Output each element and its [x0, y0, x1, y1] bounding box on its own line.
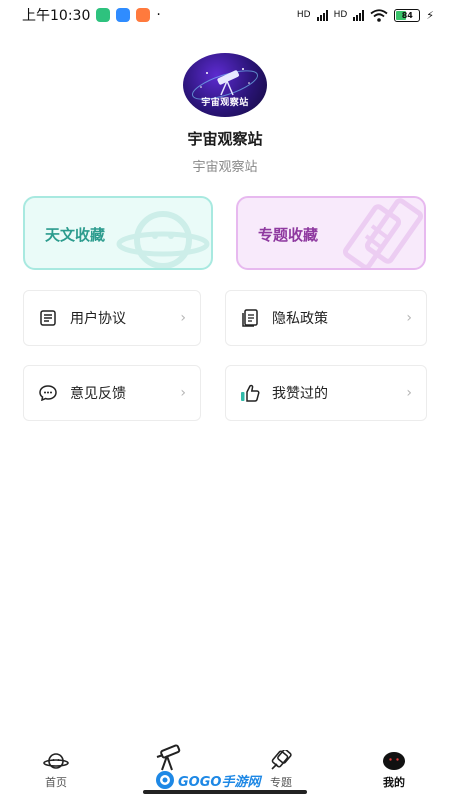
more-notifications-icon: ·: [156, 7, 161, 23]
watermark-text: GOGO手游网: [178, 774, 261, 790]
home-indicator[interactable]: [143, 790, 307, 794]
nav-mine-label: 我的: [383, 776, 405, 789]
user-agreement-item[interactable]: 用户协议 ›: [23, 290, 201, 346]
privacy-policy-label: 隐私政策: [272, 311, 328, 327]
topic-collection-card[interactable]: 专题收藏: [236, 196, 426, 270]
store-notification-icon: [136, 8, 151, 22]
wifi-icon: [370, 8, 388, 22]
nav-mine[interactable]: 我的: [364, 750, 424, 790]
planet-icon: [26, 750, 86, 772]
app-notification-icon: [96, 8, 111, 22]
profile-subtitle: 宇宙观察站: [192, 160, 258, 175]
network-2-label: HD: [333, 10, 348, 20]
chevron-right-icon: ›: [406, 310, 412, 326]
agreement-icon: [38, 308, 58, 328]
signal-icon-2: [353, 9, 365, 21]
liked-item[interactable]: 我赞过的 ›: [225, 365, 427, 421]
chevron-right-icon: ›: [180, 385, 186, 401]
telescope-icon: [138, 744, 198, 772]
charging-icon: ⚡: [426, 8, 434, 22]
topic-collection-label: 专题收藏: [258, 226, 319, 244]
document-icon: [240, 308, 260, 328]
avatar-icon: [364, 750, 424, 772]
message-notification-icon: [116, 8, 131, 22]
network-1-label: HD: [296, 10, 311, 20]
thumbs-up-icon: [240, 383, 260, 403]
avatar[interactable]: 宇宙观察站: [183, 53, 267, 117]
rocket-icon: [251, 750, 311, 772]
liked-label: 我赞过的: [272, 386, 328, 402]
astronomy-collection-label: 天文收藏: [45, 226, 106, 244]
battery-icon: 84: [394, 8, 421, 22]
feedback-item[interactable]: 意见反馈 ›: [23, 365, 201, 421]
user-agreement-label: 用户协议: [70, 311, 126, 327]
chevron-right-icon: ›: [180, 310, 186, 326]
tiles-icon: [342, 198, 424, 268]
astronomy-collection-card[interactable]: 天文收藏: [23, 196, 213, 270]
chat-bubble-icon: [38, 383, 58, 403]
feedback-label: 意见反馈: [70, 386, 126, 402]
nav-home-label: 首页: [45, 776, 67, 789]
privacy-policy-item[interactable]: 隐私政策 ›: [225, 290, 427, 346]
profile-name: 宇宙观察站: [187, 130, 263, 148]
battery-level: 84: [401, 10, 413, 20]
avatar-label: 宇宙观察站: [201, 98, 249, 108]
status-bar: 上午10:30 · HD HD 84 ⚡: [0, 0, 450, 30]
nav-home[interactable]: 首页: [26, 750, 86, 790]
status-time: 上午10:30: [22, 8, 91, 24]
watermark: GOGO手游网: [155, 770, 260, 790]
chevron-right-icon: ›: [406, 385, 412, 401]
watermark-logo-icon: [156, 771, 174, 789]
signal-icon: [316, 9, 328, 21]
nav-telescope[interactable]: [138, 744, 198, 772]
planet-icon: [116, 211, 210, 268]
